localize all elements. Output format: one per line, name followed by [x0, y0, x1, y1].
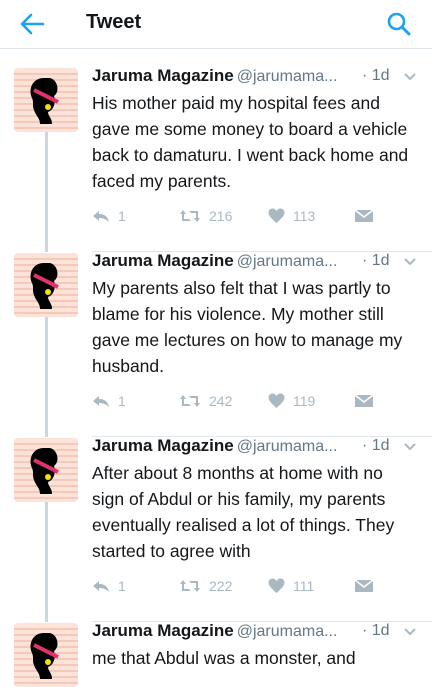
tweet-time: · 1d [362, 252, 390, 269]
reply-icon [93, 581, 109, 592]
retweet-count: 216 [209, 208, 233, 224]
tweet-actions: 1 216 113 [92, 206, 392, 226]
reply-icon [93, 211, 109, 222]
back-button[interactable] [18, 11, 46, 37]
page-title: Tweet [86, 11, 142, 33]
tweet-actions: 1 242 119 [92, 391, 392, 411]
author-name[interactable]: Jaruma Magazine [92, 251, 234, 270]
tweet-time: · 1d [362, 622, 390, 639]
retweet-icon [180, 580, 200, 592]
avatar[interactable] [14, 253, 78, 317]
envelope-icon [354, 579, 374, 592]
tweet-header: Jaruma Magazine @jarumama... · 1d [92, 621, 422, 645]
reply-icon [93, 396, 109, 407]
avatar[interactable] [14, 623, 78, 687]
tweet-time: · 1d [362, 67, 390, 84]
envelope-icon [354, 209, 374, 222]
arrow-left-icon [20, 13, 45, 35]
direct-message-button[interactable] [354, 391, 374, 411]
tweet-text: me that Abdul was a monster, and [92, 648, 356, 668]
tweet-4[interactable]: Jaruma Magazine @jarumama... · 1d me that… [0, 621, 432, 687]
avatar[interactable] [14, 438, 78, 502]
author-handle[interactable]: @jarumama... [237, 253, 338, 270]
tweet-actions: 1 222 111 [92, 576, 392, 596]
like-button[interactable]: 119 [268, 391, 315, 411]
search-button[interactable] [386, 11, 412, 37]
reply-button[interactable]: 1 [92, 206, 126, 226]
thread-line [45, 132, 48, 252]
author-name[interactable]: Jaruma Magazine [92, 621, 234, 640]
tweet-time: · 1d [362, 437, 390, 454]
author-name[interactable]: Jaruma Magazine [92, 436, 234, 455]
tweet-header: Jaruma Magazine @jarumama... · 1d [92, 66, 422, 90]
chevron-down-icon[interactable] [402, 255, 418, 269]
top-bar: Tweet [0, 0, 432, 49]
chevron-down-icon[interactable] [402, 440, 418, 454]
avatar[interactable] [14, 68, 78, 132]
tweet-header: Jaruma Magazine @jarumama... · 1d [92, 436, 422, 460]
heart-icon [268, 578, 285, 593]
reply-count: 1 [118, 393, 126, 409]
chevron-down-icon[interactable] [402, 70, 418, 84]
tweet-text: His mother paid my hospital fees and gav… [92, 93, 409, 191]
jaruma-logo-icon [14, 438, 78, 502]
tweet-text: My parents also felt that I was partly t… [92, 278, 403, 376]
envelope-icon [354, 394, 374, 407]
thread-line [45, 317, 48, 437]
retweet-icon [180, 395, 200, 407]
author-handle[interactable]: @jarumama... [237, 438, 338, 455]
tweet-3[interactable]: Jaruma Magazine @jarumama... · 1d After a… [0, 436, 432, 622]
direct-message-button[interactable] [354, 206, 374, 226]
like-count: 119 [293, 393, 316, 409]
retweet-count: 222 [209, 578, 233, 594]
retweet-button[interactable]: 222 [179, 576, 232, 596]
retweet-icon [180, 210, 200, 222]
jaruma-logo-icon [14, 68, 78, 132]
author-handle[interactable]: @jarumama... [237, 623, 338, 640]
author-name[interactable]: Jaruma Magazine [92, 66, 234, 85]
direct-message-button[interactable] [354, 576, 374, 596]
like-count: 113 [293, 208, 316, 224]
like-button[interactable]: 113 [268, 206, 315, 226]
heart-icon [268, 393, 285, 408]
author-handle[interactable]: @jarumama... [237, 68, 338, 85]
retweet-button[interactable]: 242 [179, 391, 232, 411]
reply-button[interactable]: 1 [92, 391, 126, 411]
jaruma-logo-icon [14, 623, 78, 687]
search-icon [387, 12, 411, 36]
reply-count: 1 [118, 578, 126, 594]
tweet-2[interactable]: Jaruma Magazine @jarumama... · 1d My pare… [0, 251, 432, 437]
retweet-button[interactable]: 216 [179, 206, 232, 226]
thread-line [45, 502, 48, 622]
like-count: 111 [293, 578, 315, 594]
chevron-down-icon[interactable] [402, 625, 418, 639]
tweet-1[interactable]: Jaruma Magazine @jarumama... · 1d His mot… [0, 66, 432, 252]
tweet-header: Jaruma Magazine @jarumama... · 1d [92, 251, 422, 275]
reply-button[interactable]: 1 [92, 576, 126, 596]
like-button[interactable]: 111 [268, 576, 314, 596]
tweet-text: After about 8 months at home with no sig… [92, 463, 395, 561]
heart-icon [268, 208, 285, 223]
retweet-count: 242 [209, 393, 233, 409]
reply-count: 1 [118, 208, 126, 224]
jaruma-logo-icon [14, 253, 78, 317]
